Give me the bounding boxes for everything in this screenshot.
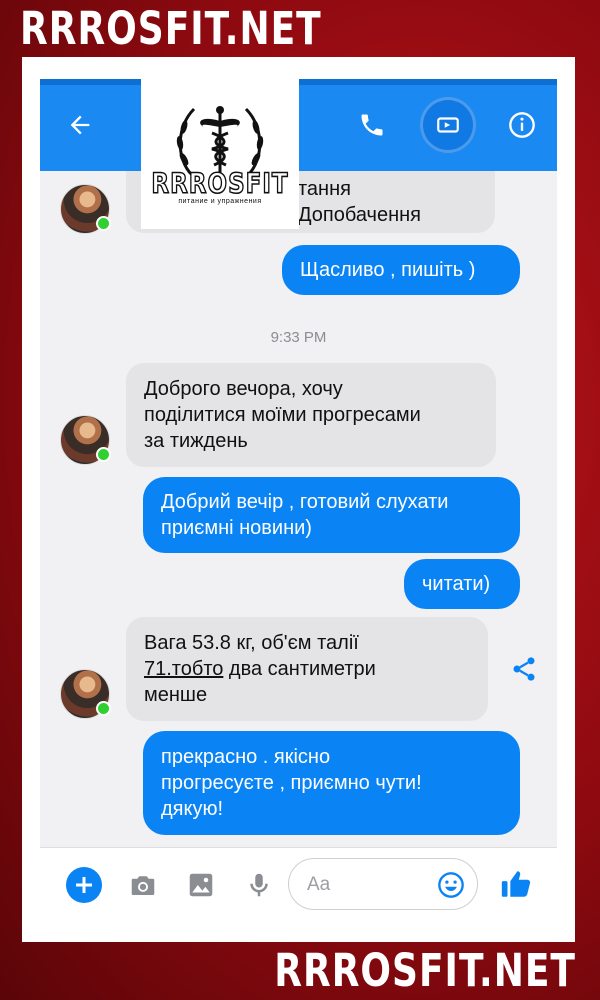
message-text: дякую! [161, 798, 224, 820]
contact-avatar[interactable] [60, 669, 111, 719]
message-incoming[interactable]: Доброго вечора, хочу поділитися моїми пр… [126, 363, 496, 467]
thumbs-up-icon[interactable] [498, 866, 534, 902]
watermark-top: RRROSFIT.NET [20, 4, 322, 56]
message-link[interactable]: 71.тобто [144, 658, 223, 680]
image-icon[interactable] [184, 868, 218, 902]
message-timestamp: 9:33 PM [270, 329, 327, 346]
online-indicator [96, 447, 111, 462]
message-outgoing[interactable]: Щасливо , пишіть ) [282, 245, 520, 295]
watermark-bottom: RRROSFIT.NET [274, 946, 576, 998]
message-text: приємні новини) [161, 517, 312, 539]
rrrosfit-logo: RRROSFIT питание и упражнения [141, 79, 299, 229]
message-text: поділитися моїми прогресами [144, 404, 421, 426]
message-incoming[interactable]: Вага 53.8 кг, об'єм талії 71.тобто два с… [126, 617, 488, 721]
message-text: читати) [422, 573, 491, 595]
info-icon[interactable] [506, 109, 538, 141]
message-text: Щасливо , пишіть ) [300, 259, 476, 281]
back-arrow-icon[interactable] [64, 109, 96, 141]
message-text: тання [298, 178, 351, 200]
message-text: Допобачення [298, 204, 421, 226]
message-text: Вага 53.8 кг, об'єм талії [144, 632, 359, 654]
logo-wordmark: RRROSFIT [151, 168, 289, 201]
share-icon[interactable] [508, 653, 540, 685]
message-input-placeholder: Aa [307, 874, 331, 895]
online-indicator [96, 216, 111, 231]
video-call-button[interactable] [420, 97, 476, 153]
message-outgoing[interactable]: прекрасно . якісно прогресуєте , приємно… [143, 731, 520, 835]
camera-icon[interactable] [126, 868, 160, 902]
message-outgoing[interactable]: читати) [404, 559, 520, 609]
message-text: за тиждень [144, 430, 248, 452]
message-outgoing[interactable]: Добрий вечір , готовий слухати приємні н… [143, 477, 520, 553]
message-text: Добрий вечір , готовий слухати [161, 491, 449, 513]
message-text: прекрасно . якісно [161, 746, 331, 768]
screenshot-frame: тання Допобачення RRROSFIT питание и упр… [22, 57, 575, 942]
messenger-screen: тання Допобачення RRROSFIT питание и упр… [40, 79, 557, 919]
phone-icon[interactable] [356, 109, 388, 141]
emoji-icon[interactable] [437, 871, 465, 899]
message-text: Доброго вечора, хочу [144, 378, 343, 400]
contact-avatar[interactable] [60, 184, 111, 234]
microphone-icon[interactable] [242, 868, 276, 902]
message-composer: Aa [40, 847, 557, 919]
online-indicator [96, 701, 111, 716]
plus-icon[interactable] [66, 867, 102, 903]
video-camera-icon [435, 112, 461, 138]
message-input[interactable]: Aa [288, 858, 478, 910]
message-text: менше [144, 684, 208, 706]
message-text: прогресуєте , приємно чути! [161, 772, 422, 794]
contact-avatar[interactable] [60, 415, 111, 465]
message-text-line: 71.тобто два сантиметри [144, 658, 376, 680]
